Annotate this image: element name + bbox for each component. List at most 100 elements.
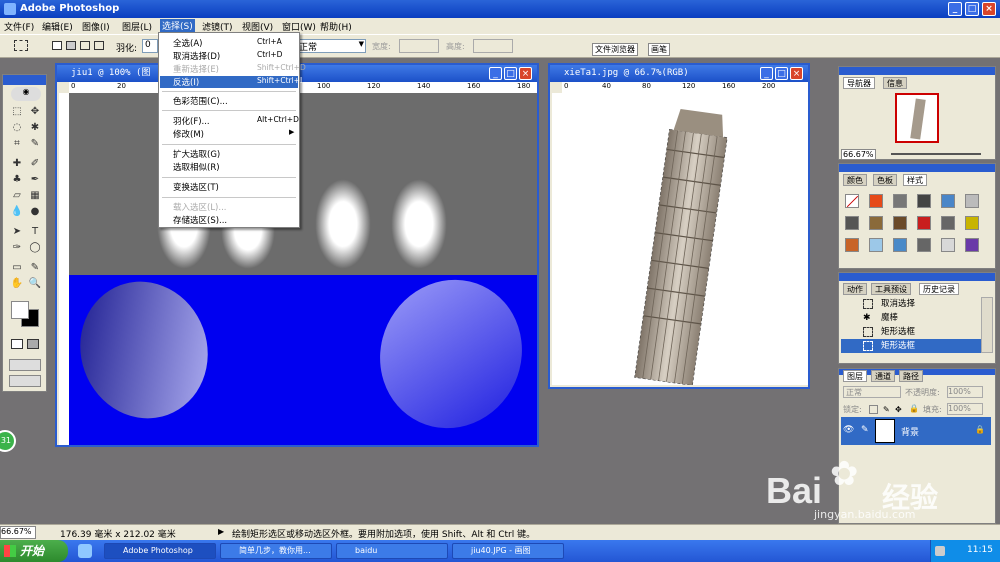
document-window-xieta[interactable]: xieTa1.jpg @ 66.7%(RGB) _ □ × 0 40 80 12… <box>548 63 810 389</box>
tab-color[interactable]: 颜色 <box>843 174 867 186</box>
gradient-icon[interactable]: ▦ <box>27 189 43 203</box>
style-swatch[interactable] <box>893 194 907 208</box>
style-swatch[interactable] <box>965 238 979 252</box>
zoom-icon[interactable]: 🔍 <box>27 277 43 291</box>
opacity-input[interactable]: 100% <box>947 386 983 398</box>
lock-move-icon[interactable]: ✥ <box>895 405 902 414</box>
eraser-icon[interactable]: ▱ <box>9 189 25 203</box>
navigator-zoom[interactable]: 66.67% <box>841 149 876 160</box>
style-swatch[interactable] <box>917 238 931 252</box>
jump-to-imageready-icon[interactable] <box>9 375 41 387</box>
shape-icon[interactable]: ◯ <box>27 241 43 255</box>
style-swatch[interactable] <box>941 238 955 252</box>
menu-item-deselect[interactable]: 取消选择(D) Ctrl+D <box>159 50 299 62</box>
menu-edit[interactable]: 编辑(E) <box>42 20 73 33</box>
tab-styles[interactable]: 样式 <box>903 174 927 186</box>
style-swatch[interactable] <box>893 216 907 230</box>
menu-layer[interactable]: 图层(L) <box>122 20 152 33</box>
tab-tool-presets[interactable]: 工具预设 <box>871 283 911 295</box>
tab-swatches[interactable]: 色板 <box>873 174 897 186</box>
menu-item-load-selection[interactable]: 载入选区(L)... <box>159 201 299 213</box>
slice-icon[interactable]: ✎ <box>27 137 43 151</box>
status-zoom[interactable]: 66.67% <box>0 526 36 539</box>
photoshop-feather-icon[interactable]: ◉ <box>11 87 41 101</box>
tray-icon[interactable] <box>935 546 945 556</box>
style-select[interactable]: 正常 ▼ <box>296 39 366 53</box>
history-brush-icon[interactable]: ✒ <box>27 173 43 187</box>
menu-item-reselect[interactable]: 重新选择(E) Shift+Ctrl+D <box>159 63 306 75</box>
clone-stamp-icon[interactable]: ♣ <box>9 173 25 187</box>
tab-info[interactable]: 信息 <box>883 77 907 89</box>
doc2-minimize-button[interactable]: _ <box>760 67 773 80</box>
brush-icon[interactable]: ✐ <box>27 157 43 171</box>
type-icon[interactable]: T <box>27 225 43 239</box>
tab-paths[interactable]: 路径 <box>899 370 923 382</box>
doc2-canvas[interactable] <box>562 93 808 385</box>
tab-navigator[interactable]: 导航器 <box>843 77 875 89</box>
layer-row-background[interactable]: 👁 ✎ 背景 🔒 <box>841 417 991 445</box>
eyedropper-icon[interactable]: ✎ <box>27 261 43 275</box>
dodge-icon[interactable]: ● <box>27 205 43 219</box>
menu-item-feather[interactable]: 羽化(F)... Alt+Ctrl+D <box>159 115 299 127</box>
standard-mode-icon[interactable] <box>11 339 23 349</box>
menu-item-transform-selection[interactable]: 变换选区(T) <box>159 181 299 193</box>
path-select-icon[interactable]: ➤ <box>9 225 25 239</box>
file-browser-tab[interactable]: 文件浏览器 <box>592 43 638 56</box>
menu-item-color-range[interactable]: 色彩范围(C)... <box>159 95 299 107</box>
history-item[interactable]: ✱ 魔棒 <box>841 311 991 325</box>
style-swatch[interactable] <box>965 194 979 208</box>
magic-wand-icon[interactable]: ✱ <box>27 121 43 135</box>
minimize-button[interactable]: _ <box>948 2 962 16</box>
lock-brush-icon[interactable]: ✎ <box>883 405 890 414</box>
history-item[interactable]: 矩形选框 <box>841 325 991 339</box>
style-swatch-none[interactable] <box>845 194 859 208</box>
status-arrow-icon[interactable]: ▶ <box>218 527 224 536</box>
marquee-icon[interactable]: ⬚ <box>9 105 25 119</box>
marquee-tool-icon[interactable] <box>14 40 28 51</box>
healing-brush-icon[interactable]: ✚ <box>9 157 25 171</box>
style-swatch[interactable] <box>965 216 979 230</box>
maximize-button[interactable]: □ <box>965 2 979 16</box>
selection-intersect-icon[interactable] <box>94 41 104 50</box>
style-swatch[interactable] <box>893 238 907 252</box>
menu-image[interactable]: 图像(I) <box>82 20 110 33</box>
menu-item-select-all[interactable]: 全选(A) Ctrl+A <box>159 37 299 49</box>
pen-icon[interactable]: ✑ <box>9 241 25 255</box>
taskbar-item-browser[interactable]: 简单几步，教你用... <box>220 543 332 559</box>
menu-select[interactable]: 选择(S) <box>160 19 195 33</box>
eye-icon[interactable]: 👁 <box>843 425 854 435</box>
style-swatch[interactable] <box>941 194 955 208</box>
hand-icon[interactable]: ✋ <box>9 277 25 291</box>
menu-item-save-selection[interactable]: 存储选区(S)... <box>159 214 299 226</box>
style-swatch[interactable] <box>869 238 883 252</box>
lock-transparency-icon[interactable] <box>869 405 878 414</box>
height-input[interactable] <box>473 39 513 53</box>
tab-history[interactable]: 历史记录 <box>919 283 959 295</box>
start-button[interactable]: 开始 <box>0 540 68 562</box>
menu-item-grow[interactable]: 扩大选取(G) <box>159 148 299 160</box>
doc1-close-button[interactable]: × <box>519 67 532 80</box>
history-scrollbar[interactable] <box>981 297 993 353</box>
doc2-close-button[interactable]: × <box>790 67 803 80</box>
style-swatch[interactable] <box>845 238 859 252</box>
quickmask-mode-icon[interactable] <box>27 339 39 349</box>
selection-subtract-icon[interactable] <box>80 41 90 50</box>
doc1-maximize-button[interactable]: □ <box>504 67 517 80</box>
menu-item-modify[interactable]: 修改(M) ▶ <box>159 128 299 140</box>
doc1-minimize-button[interactable]: _ <box>489 67 502 80</box>
tab-layers[interactable]: 图层 <box>843 370 867 382</box>
taskbar-item-baidu-folder[interactable]: baidu <box>336 543 448 559</box>
quicklaunch-ie-icon[interactable] <box>78 544 92 558</box>
blur-icon[interactable]: 💧 <box>9 205 25 219</box>
history-item-current[interactable]: 矩形选框 <box>841 339 991 353</box>
screen-mode-icon[interactable] <box>9 359 41 371</box>
doc1-canvas[interactable] <box>69 93 537 445</box>
close-button[interactable]: × <box>982 2 996 16</box>
blend-mode-select[interactable]: 正常 <box>843 386 901 398</box>
lock-all-icon[interactable]: 🔒 <box>909 404 919 413</box>
tab-actions[interactable]: 动作 <box>843 283 867 295</box>
tab-channels[interactable]: 通道 <box>871 370 895 382</box>
crop-icon[interactable]: ⌗ <box>9 137 25 151</box>
history-item[interactable]: 取消选择 <box>841 297 991 311</box>
lasso-icon[interactable]: ◌ <box>9 121 25 135</box>
